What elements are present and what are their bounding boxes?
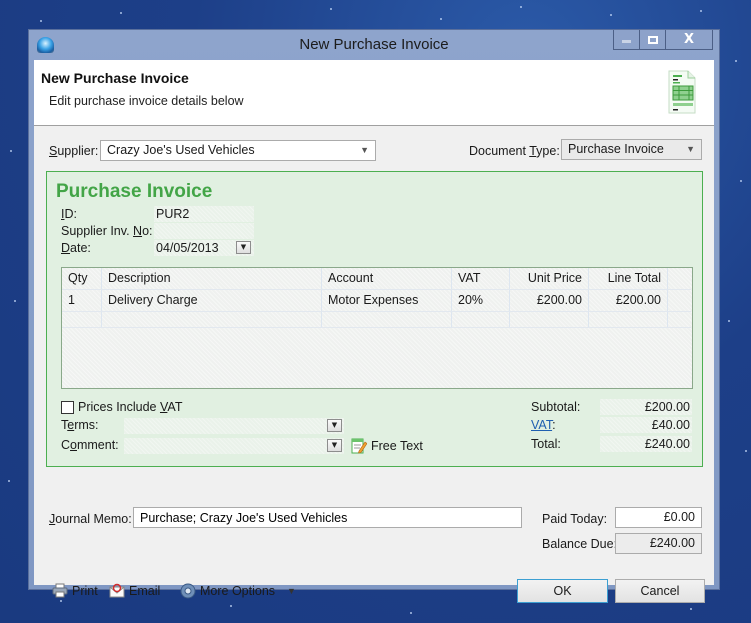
terms-label: Terms: xyxy=(61,418,99,432)
chevron-down-icon: ▼ xyxy=(360,145,369,155)
free-text-label: Free Text xyxy=(371,438,423,453)
paid-today-label: Paid Today: xyxy=(542,512,608,526)
journal-memo-input[interactable] xyxy=(133,507,522,528)
maximize-icon xyxy=(647,35,658,44)
prices-include-vat-label: Prices Include VAT xyxy=(78,400,183,414)
comment-select[interactable] xyxy=(124,438,344,454)
more-options-button[interactable]: More Options ▼ xyxy=(180,583,296,599)
column-header-qty[interactable]: Qty xyxy=(62,268,102,289)
header-title: New Purchase Invoice xyxy=(41,70,189,86)
column-header-line-total[interactable]: Line Total xyxy=(589,268,668,289)
email-button[interactable]: Email xyxy=(109,583,160,598)
maximize-button[interactable] xyxy=(640,30,666,50)
dialog-window: New Purchase Invoice X New Purchase Invo… xyxy=(28,29,720,603)
date-label: Date: xyxy=(61,241,91,255)
notepad-pencil-icon xyxy=(351,438,367,454)
window-controls: X xyxy=(613,30,713,50)
document-type-select[interactable]: Purchase Invoice ▼ xyxy=(561,139,702,160)
chevron-down-icon: ▼ xyxy=(686,144,695,154)
cell-account-empty[interactable] xyxy=(322,312,452,327)
subtotal-label: Subtotal: xyxy=(531,400,581,414)
free-text-button[interactable]: Free Text xyxy=(351,437,423,454)
email-envelope-icon xyxy=(109,583,125,598)
dialog-header: New Purchase Invoice Edit purchase invoi… xyxy=(34,60,714,126)
column-header-account[interactable]: Account xyxy=(322,268,452,289)
cell-line-total-empty[interactable] xyxy=(589,312,668,327)
title-bar[interactable]: New Purchase Invoice X xyxy=(29,30,719,60)
cell-spacer xyxy=(668,290,691,311)
date-dropdown-button[interactable]: ▼ xyxy=(236,241,251,254)
header-subtitle: Edit purchase invoice details below xyxy=(49,94,244,108)
subtotal-value: £200.00 xyxy=(600,399,692,415)
close-icon: X xyxy=(683,32,695,47)
cancel-button[interactable]: Cancel xyxy=(615,579,705,603)
cell-qty-empty[interactable] xyxy=(62,312,102,327)
document-type-value: Purchase Invoice xyxy=(568,142,664,156)
supplier-inv-no-label: Supplier Inv. No: xyxy=(61,224,153,238)
cell-vat-empty[interactable] xyxy=(452,312,510,327)
balance-due-value: £240.00 xyxy=(615,533,702,554)
date-value: 04/05/2013 xyxy=(156,241,219,255)
paid-today-input[interactable]: £0.00 xyxy=(615,507,702,528)
journal-memo-label: Journal Memo: xyxy=(49,512,132,526)
terms-dropdown-button[interactable]: ▼ xyxy=(327,419,342,432)
invoice-panel: Purchase Invoice ID: PUR2 Supplier Inv. … xyxy=(46,171,703,467)
more-options-label: More Options xyxy=(200,584,276,598)
cell-unit-price[interactable]: £200.00 xyxy=(510,290,589,311)
cell-vat[interactable]: 20% xyxy=(452,290,510,311)
total-value: £240.00 xyxy=(600,436,692,452)
supplier-value: Crazy Joe's Used Vehicles xyxy=(107,143,255,157)
cell-unit-price-empty[interactable] xyxy=(510,312,589,327)
invoice-heading: Purchase Invoice xyxy=(56,181,213,202)
grid-header-row: Qty Description Account VAT Unit Price L… xyxy=(62,268,691,290)
table-row[interactable]: 1 Delivery Charge Motor Expenses 20% £20… xyxy=(62,290,691,312)
cell-spacer xyxy=(668,312,691,327)
supplier-inv-no-field[interactable] xyxy=(154,223,254,239)
vat-link[interactable]: VAT xyxy=(531,418,552,432)
vat-value: £40.00 xyxy=(600,417,692,433)
invoice-lines-grid: Qty Description Account VAT Unit Price L… xyxy=(61,267,693,389)
id-label: ID: xyxy=(61,207,77,221)
ok-label: OK xyxy=(553,584,572,598)
id-field[interactable]: PUR2 xyxy=(154,206,254,222)
column-header-vat[interactable]: VAT xyxy=(452,268,510,289)
email-label: Email xyxy=(129,583,161,598)
column-header-description[interactable]: Description xyxy=(102,268,322,289)
cell-qty[interactable]: 1 xyxy=(62,290,102,311)
supplier-label: Supplier: xyxy=(49,144,99,158)
balance-due-label: Balance Due: xyxy=(542,537,618,551)
column-header-spacer xyxy=(668,268,691,289)
printer-icon xyxy=(52,583,68,598)
comment-label: Comment: xyxy=(61,438,119,452)
supplier-select[interactable]: Crazy Joe's Used Vehicles ▼ xyxy=(100,140,376,161)
vat-label: VAT: xyxy=(531,418,556,432)
column-header-unit-price[interactable]: Unit Price xyxy=(510,268,589,289)
dialog-body: New Purchase Invoice Edit purchase invoi… xyxy=(34,60,714,603)
cell-account[interactable]: Motor Expenses xyxy=(322,290,452,311)
cancel-label: Cancel xyxy=(640,584,680,598)
print-button[interactable]: Print xyxy=(52,583,98,598)
terms-select[interactable] xyxy=(124,418,344,434)
minimize-icon xyxy=(622,40,631,43)
more-options-dropdown-icon[interactable]: ▼ xyxy=(287,586,296,596)
close-button[interactable]: X xyxy=(666,30,713,50)
table-row-new[interactable] xyxy=(62,312,691,328)
invoice-document-icon xyxy=(668,70,696,114)
print-label: Print xyxy=(72,583,98,598)
cell-line-total[interactable]: £200.00 xyxy=(589,290,668,311)
minimize-button[interactable] xyxy=(613,30,640,50)
document-type-label: Document Type: xyxy=(469,144,560,158)
gear-icon xyxy=(180,583,196,599)
prices-include-vat-checkbox[interactable] xyxy=(61,401,74,414)
comment-dropdown-button[interactable]: ▼ xyxy=(327,439,342,452)
cell-description[interactable]: Delivery Charge xyxy=(102,290,322,311)
total-label: Total: xyxy=(531,437,561,451)
ok-button[interactable]: OK xyxy=(517,579,608,603)
cell-description-empty[interactable] xyxy=(102,312,322,327)
